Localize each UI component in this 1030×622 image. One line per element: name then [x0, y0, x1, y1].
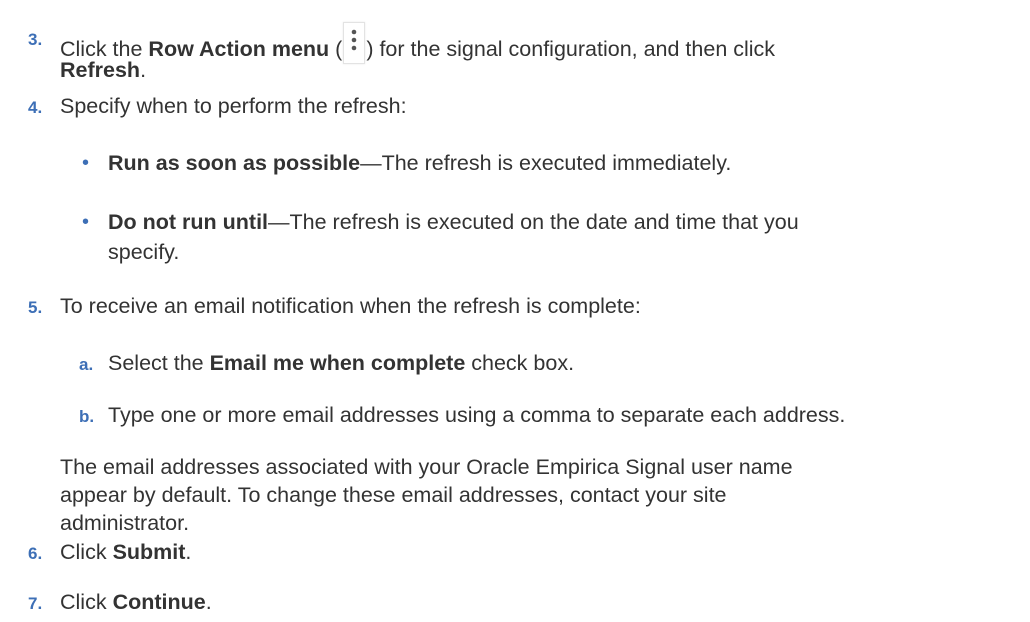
kebab-icon: [343, 22, 366, 64]
note-line: The email addresses associated with your…: [60, 455, 793, 479]
step-number: 4.: [28, 98, 43, 117]
step-number: 7.: [28, 594, 43, 613]
step-text-part: .: [185, 540, 192, 564]
note-line: appear by default. To change these email…: [60, 483, 727, 507]
step-text: To receive an email notification when th…: [60, 294, 641, 318]
substep-label: b.: [79, 407, 95, 426]
step-text: Click Continue.: [60, 588, 212, 616]
ui-label-refresh: Refresh: [60, 58, 141, 82]
step-text-line2: Refresh.: [60, 56, 146, 84]
step-text: Click the Row Action menu () for the sig…: [60, 22, 775, 64]
step-text: Specify when to perform the refresh:: [60, 94, 407, 118]
substep-label: a.: [79, 355, 94, 374]
step-number: 6.: [28, 544, 43, 563]
step-text-part: ) for the signal configuration, and then…: [366, 37, 776, 61]
step-text-part: Click: [60, 540, 113, 564]
step-text: Click Submit.: [60, 538, 191, 566]
bullet-icon: •: [82, 152, 90, 174]
ui-label-do-not-run-until: Do not run until: [108, 210, 269, 234]
step-text-part: Click: [60, 590, 113, 614]
document-page: 3. Click the Row Action menu () for the …: [0, 0, 1030, 622]
substep-text-part: Select the: [108, 351, 210, 375]
bullet-text: Do not run until—The refresh is executed…: [108, 208, 799, 236]
ui-label-continue: Continue: [112, 590, 206, 614]
step-text-part: .: [205, 590, 212, 614]
step-number: 5.: [28, 298, 43, 317]
bullet-icon: •: [82, 211, 90, 233]
ui-label-run-asap: Run as soon as possible: [108, 151, 361, 175]
bullet-text-part: —The refresh is executed immediately.: [360, 151, 732, 175]
step-text-part: (: [329, 37, 343, 61]
bullet-text: Run as soon as possible—The refresh is e…: [108, 149, 731, 177]
ui-label-row-action-menu: Row Action menu: [148, 37, 330, 61]
bullet-text-part: —The refresh is executed on the date and…: [268, 210, 799, 234]
step-number: 3.: [28, 30, 43, 49]
ui-label-submit: Submit: [112, 540, 186, 564]
substep-text: Select the Email me when complete check …: [108, 349, 574, 377]
substep-text-part: check box.: [465, 351, 575, 375]
ui-label-email-me: Email me when complete: [209, 351, 466, 375]
substep-text: Type one or more email addresses using a…: [108, 403, 846, 427]
step-text-part: .: [140, 58, 147, 82]
bullet-text-line2: specify.: [108, 240, 180, 264]
note-line: administrator.: [60, 511, 190, 535]
